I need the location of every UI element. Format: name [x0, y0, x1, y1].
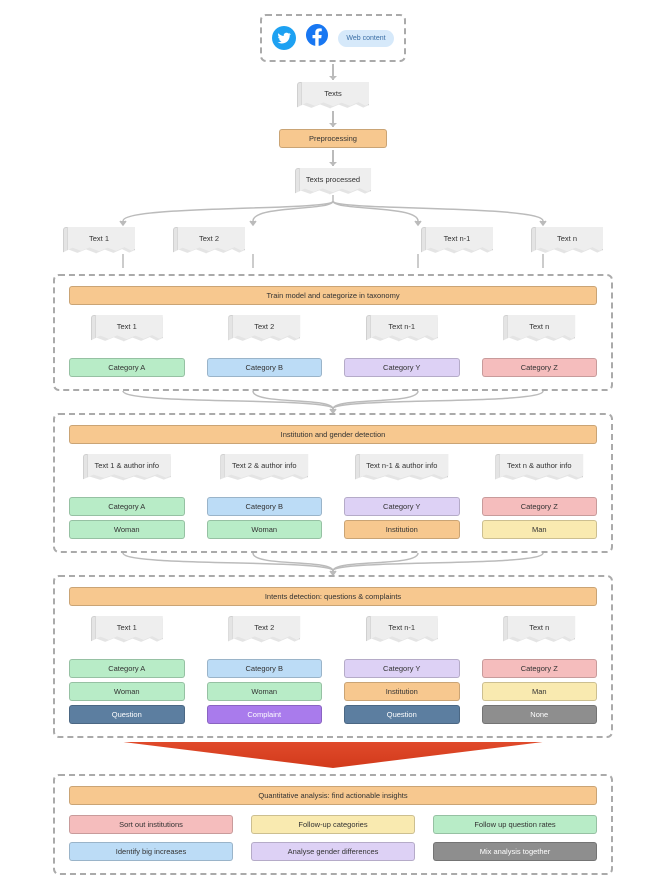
web-content-pill: Web content: [338, 30, 393, 47]
stage2-to-3-connector: [63, 553, 603, 575]
arrow-down: [332, 150, 334, 166]
s2-c2: Category B: [207, 497, 323, 516]
text-1-doc: Text 1: [63, 227, 135, 254]
insight-5: Mix analysis together: [433, 842, 597, 861]
s3-g1: Woman: [69, 682, 185, 701]
twitter-icon: [272, 26, 296, 50]
s3-tn1: Text n-1: [366, 616, 438, 643]
fanout-connector: [63, 195, 603, 225]
s3-i3: Question: [344, 705, 460, 724]
s3-i4: None: [482, 705, 598, 724]
stage1-to-2-connector: [63, 391, 603, 413]
stage4-title: Quantitative analysis: find actionable i…: [69, 786, 597, 805]
insight-4: Analyse gender differences: [251, 842, 415, 861]
s3-i2: Complaint: [207, 705, 323, 724]
s2-c4: Category Z: [482, 497, 598, 516]
insight-2: Follow up question rates: [433, 815, 597, 834]
s3-i1: Question: [69, 705, 185, 724]
s2-g1: Woman: [69, 520, 185, 539]
big-red-arrow: [123, 742, 543, 768]
s1-t1: Text 1: [91, 315, 163, 342]
s1-c1: Category A: [69, 358, 185, 377]
insight-3: Identify big increases: [69, 842, 233, 861]
sources-box: Web content: [260, 14, 405, 62]
preprocessing-step: Preprocessing: [279, 129, 387, 148]
s3-c2: Category B: [207, 659, 323, 678]
insight-1: Follow-up categories: [251, 815, 415, 834]
stage-intents: Intents detection: questions & complaint…: [53, 575, 613, 738]
s1-c3: Category Y: [344, 358, 460, 377]
fanin-connector: [63, 254, 603, 274]
s3-c4: Category Z: [482, 659, 598, 678]
texts-processed-doc: Texts processed: [295, 168, 371, 195]
s3-g2: Woman: [207, 682, 323, 701]
s3-g4: Man: [482, 682, 598, 701]
stage-institution-gender: Institution and gender detection Text 1 …: [53, 413, 613, 553]
s1-t2: Text 2: [228, 315, 300, 342]
arrow-down: [332, 64, 334, 80]
s2-c3: Category Y: [344, 497, 460, 516]
stage-insights: Quantitative analysis: find actionable i…: [53, 774, 613, 875]
split-texts-row: Text 1 Text 2 Text n-1 Text n: [63, 227, 603, 254]
facebook-icon: [306, 24, 328, 52]
s1-c2: Category B: [207, 358, 323, 377]
insight-0: Sort out institutions: [69, 815, 233, 834]
text-n1-doc: Text n-1: [421, 227, 493, 254]
texts-doc: Texts: [297, 82, 369, 109]
s3-t2: Text 2: [228, 616, 300, 643]
stage1-title: Train model and categorize in taxonomy: [69, 286, 597, 305]
s2-tn1: Text n-1 & author info: [355, 454, 448, 481]
stage-train-model: Train model and categorize in taxonomy T…: [53, 274, 613, 391]
arrow-down: [332, 111, 334, 127]
text-n-doc: Text n: [531, 227, 603, 254]
s1-tn: Text n: [503, 315, 575, 342]
s2-g3: Institution: [344, 520, 460, 539]
stage3-title: Intents detection: questions & complaint…: [69, 587, 597, 606]
s1-c4: Category Z: [482, 358, 598, 377]
s3-t1: Text 1: [91, 616, 163, 643]
s2-g2: Woman: [207, 520, 323, 539]
s3-c3: Category Y: [344, 659, 460, 678]
s2-g4: Man: [482, 520, 598, 539]
s2-c1: Category A: [69, 497, 185, 516]
s3-c1: Category A: [69, 659, 185, 678]
s2-t2: Text 2 & author info: [220, 454, 308, 481]
s1-tn1: Text n-1: [366, 315, 438, 342]
s3-tn: Text n: [503, 616, 575, 643]
s2-t1: Text 1 & author info: [83, 454, 171, 481]
text-2-doc: Text 2: [173, 227, 245, 254]
s2-tn: Text n & author info: [495, 454, 583, 481]
s3-g3: Institution: [344, 682, 460, 701]
stage2-title: Institution and gender detection: [69, 425, 597, 444]
